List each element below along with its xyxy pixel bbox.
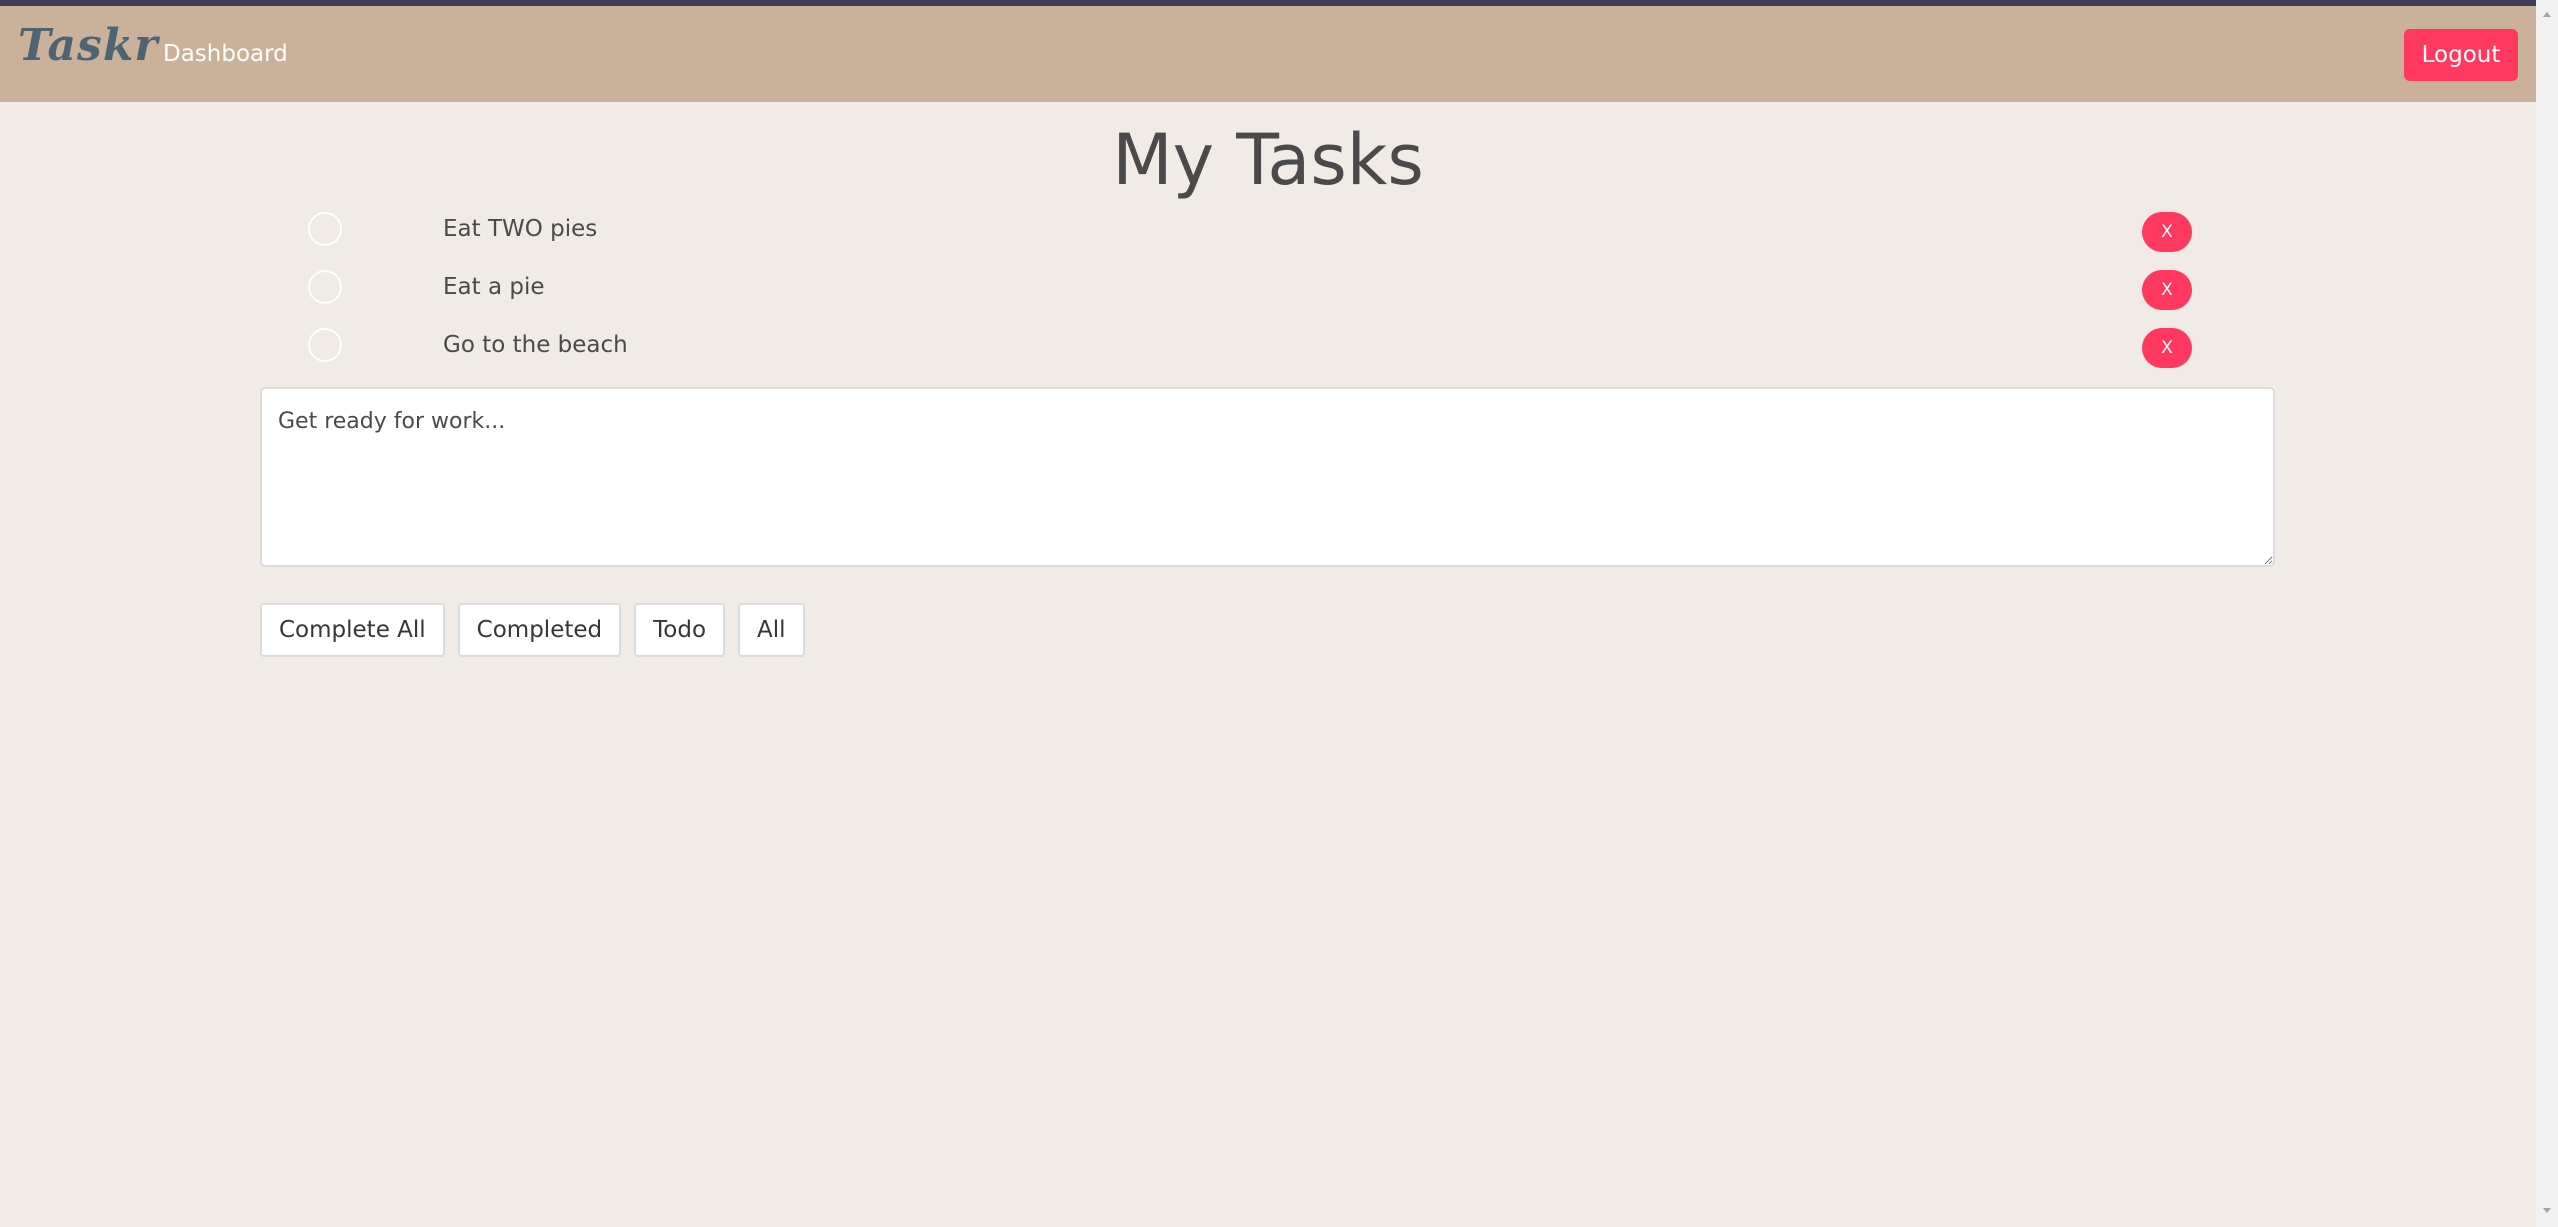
task-item: Eat a pie X <box>260 258 2200 316</box>
page-title: My Tasks <box>1112 119 1424 201</box>
filter-todo-button[interactable]: Todo <box>634 603 726 657</box>
filter-completed-button[interactable]: Completed <box>457 603 622 657</box>
task-list: Eat TWO pies X Eat a pie X Go to the bea… <box>260 200 2200 374</box>
task-text[interactable]: Go to the beach <box>443 330 628 360</box>
filter-all-button[interactable]: All <box>738 603 805 657</box>
scroll-up-icon[interactable] <box>2543 12 2551 17</box>
filter-bar: Complete All Completed Todo All <box>260 603 805 657</box>
task-text[interactable]: Eat a pie <box>443 272 545 302</box>
brand-logo[interactable]: Taskr <box>18 20 158 71</box>
task-item: Eat TWO pies X <box>260 200 2200 258</box>
navbar: Taskr Dashboard Logout <box>0 6 2536 102</box>
task-checkbox-icon[interactable] <box>308 270 342 304</box>
task-checkbox-icon[interactable] <box>308 212 342 246</box>
scroll-down-icon[interactable] <box>2543 1208 2551 1213</box>
delete-task-button[interactable]: X <box>2142 328 2192 368</box>
task-checkbox-icon[interactable] <box>308 328 342 362</box>
delete-task-button[interactable]: X <box>2142 270 2192 310</box>
nav-link-dashboard[interactable]: Dashboard <box>163 41 288 67</box>
logout-button[interactable]: Logout <box>2404 29 2518 81</box>
task-item: Go to the beach X <box>260 316 2200 374</box>
delete-task-button[interactable]: X <box>2142 212 2192 252</box>
scrollbar[interactable] <box>2536 0 2558 1227</box>
task-text[interactable]: Eat TWO pies <box>443 214 597 244</box>
complete-all-button[interactable]: Complete All <box>260 603 445 657</box>
new-task-input[interactable] <box>260 387 2275 567</box>
